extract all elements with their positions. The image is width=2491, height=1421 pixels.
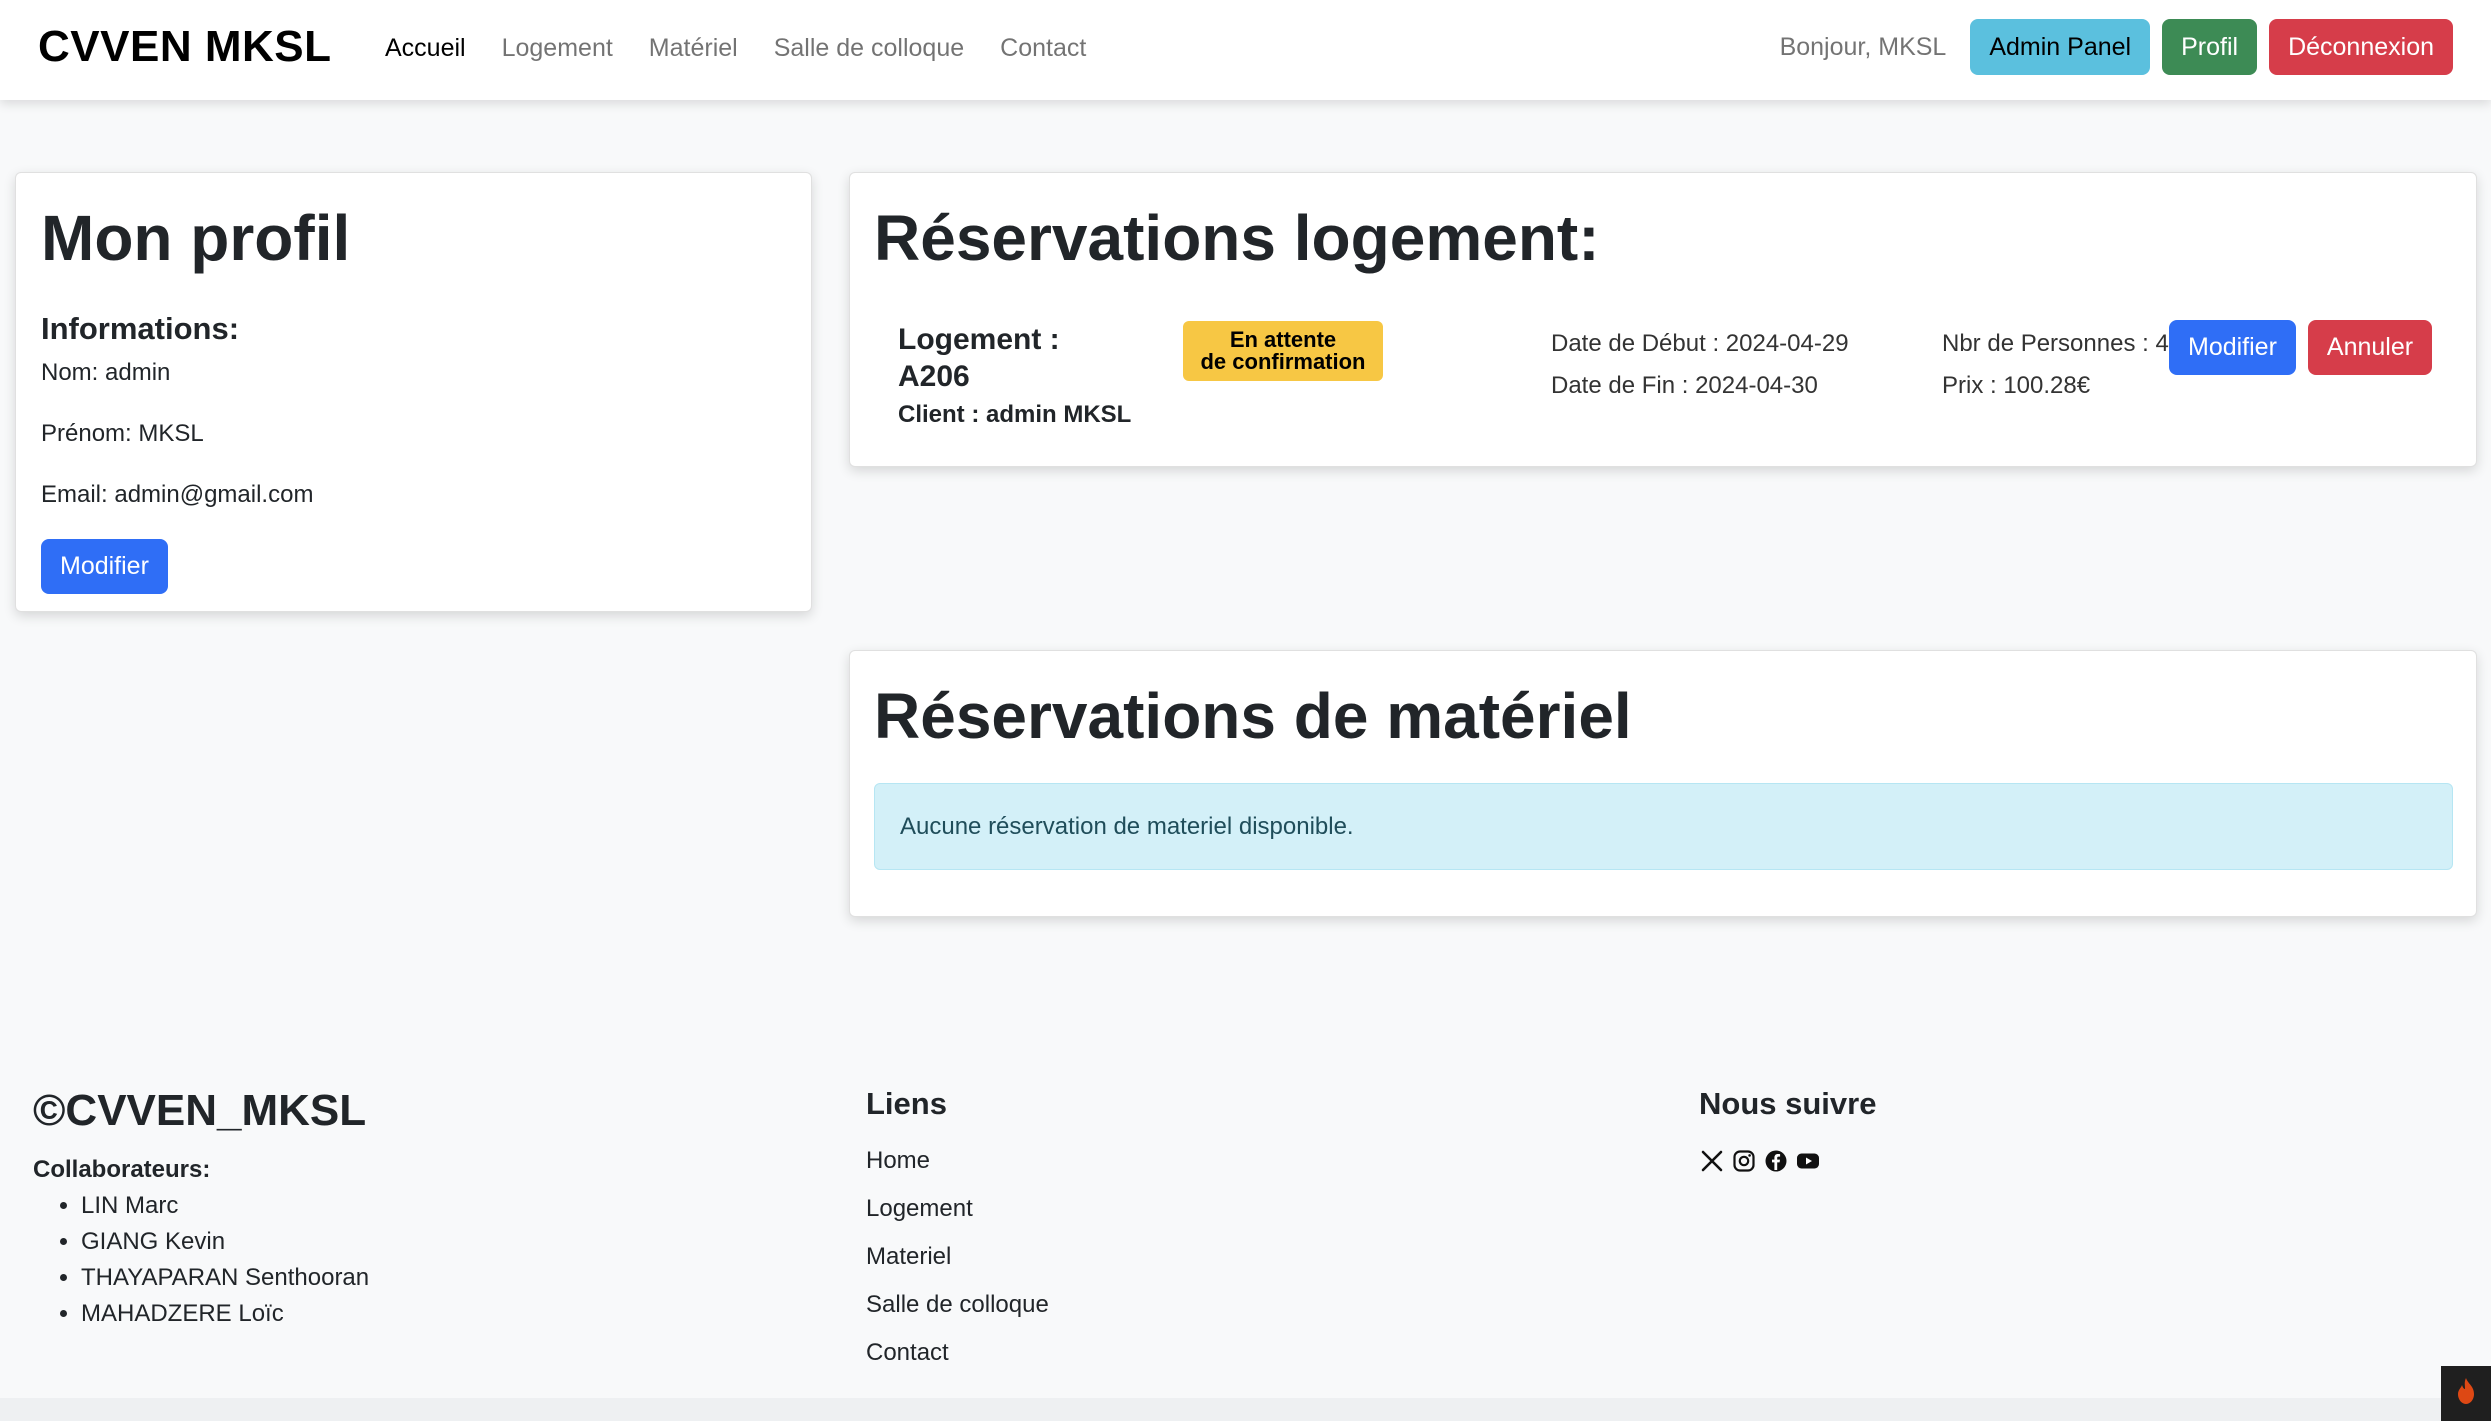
- status-badge: En attente de confirmation: [1183, 321, 1383, 381]
- reservation-actions: Modifier Annuler: [2169, 320, 2433, 375]
- facebook-icon[interactable]: [1763, 1148, 1789, 1174]
- footer-link-materiel[interactable]: Materiel: [866, 1244, 1049, 1269]
- collaborator-item: LIN Marc: [81, 1188, 369, 1224]
- materiel-reservations-card: Réservations de matériel Aucune réservat…: [849, 650, 2477, 917]
- nav-links: Accueil Logement Matériel Salle de collo…: [385, 34, 1086, 63]
- collaborators-list: LIN Marc GIANG Kevin THAYAPARAN Senthoor…: [33, 1188, 369, 1332]
- footer-links: Home Logement Materiel Salle de colloque…: [866, 1148, 1049, 1365]
- profile-nom: Nom: admin: [41, 359, 171, 387]
- materiel-reservations-title: Réservations de matériel: [874, 680, 1632, 752]
- profile-email: Email: admin@gmail.com: [41, 481, 314, 509]
- flame-icon: [2453, 1376, 2479, 1411]
- cancel-reservation-button[interactable]: Annuler: [2307, 320, 2433, 375]
- logement-reservations-title: Réservations logement:: [874, 202, 1600, 274]
- reservation-dates: Date de Début : 2024-04-29 Date de Fin :…: [1551, 323, 1849, 407]
- status-badge-line2: de confirmation: [1200, 349, 1366, 374]
- reservation-meta: Nbr de Personnes : 4 Prix : 100.28€: [1942, 323, 2169, 407]
- footer: ©CVVEN_MKSL Collaborateurs: LIN Marc GIA…: [0, 1024, 2491, 1398]
- nav-link-accueil[interactable]: Accueil: [385, 34, 466, 63]
- empty-materiel-alert: Aucune réservation de materiel disponibl…: [874, 783, 2453, 870]
- social-icons: [1699, 1148, 1876, 1174]
- footer-social-column: Nous suivre: [1699, 1062, 1876, 1174]
- x-icon[interactable]: [1699, 1148, 1725, 1174]
- debug-toolbar-toggle[interactable]: [2441, 1366, 2491, 1421]
- instagram-icon[interactable]: [1731, 1148, 1757, 1174]
- profile-title: Mon profil: [41, 202, 351, 274]
- logout-button[interactable]: Déconnexion: [2269, 19, 2453, 75]
- nav-link-contact[interactable]: Contact: [1000, 34, 1086, 63]
- follow-us-title: Nous suivre: [1699, 1086, 1877, 1121]
- nav-user-area: Bonjour, MKSL Admin Panel Profil Déconne…: [1780, 19, 2453, 75]
- reservation-personnes: Nbr de Personnes : 4: [1942, 330, 2169, 357]
- profile-card: Mon profil Informations: Nom: admin Prén…: [15, 172, 812, 612]
- logement-reservations-card: Réservations logement: Logement : A206 C…: [849, 172, 2477, 467]
- footer-links-title: Liens: [866, 1086, 947, 1121]
- nav-link-materiel[interactable]: Matériel: [649, 34, 738, 63]
- footer-bottom-bar: [0, 1398, 2491, 1421]
- reservation-client: Client : admin MKSL: [898, 401, 1132, 428]
- collaborator-item: THAYAPARAN Senthooran: [81, 1260, 369, 1296]
- admin-panel-button[interactable]: Admin Panel: [1970, 19, 2151, 75]
- collaborators-title: Collaborateurs:: [33, 1156, 211, 1183]
- profile-button[interactable]: Profil: [2162, 19, 2258, 75]
- footer-link-salle-colloque[interactable]: Salle de colloque: [866, 1292, 1049, 1317]
- logement-reservation-row: Logement : A206 Client : admin MKSL En a…: [874, 320, 2454, 441]
- youtube-icon[interactable]: [1795, 1148, 1821, 1174]
- nav-link-salle-colloque[interactable]: Salle de colloque: [774, 34, 964, 63]
- footer-brand: ©CVVEN_MKSL: [33, 1086, 367, 1135]
- profile-prenom: Prénom: MKSL: [41, 420, 204, 448]
- footer-links-column: Liens Home Logement Materiel Salle de co…: [866, 1062, 1049, 1388]
- user-greeting: Bonjour, MKSL: [1779, 32, 1947, 61]
- reservation-logement-name: Logement : A206: [898, 323, 1060, 393]
- collaborator-item: GIANG Kevin: [81, 1224, 369, 1260]
- footer-link-home[interactable]: Home: [866, 1148, 1049, 1173]
- footer-brand-column: ©CVVEN_MKSL Collaborateurs: LIN Marc GIA…: [33, 1062, 369, 1332]
- edit-profile-button[interactable]: Modifier: [41, 539, 168, 595]
- edit-reservation-button[interactable]: Modifier: [2169, 320, 2296, 375]
- reservation-prix: Prix : 100.28€: [1942, 372, 2091, 399]
- footer-link-contact[interactable]: Contact: [866, 1340, 1049, 1365]
- nav-link-logement[interactable]: Logement: [502, 34, 613, 63]
- reservation-date-fin: Date de Fin : 2024-04-30: [1551, 372, 1818, 399]
- top-navbar: CVVEN MKSL Accueil Logement Matériel Sal…: [0, 0, 2491, 100]
- profile-info-heading: Informations:: [41, 311, 240, 347]
- brand-logo[interactable]: CVVEN MKSL: [38, 22, 331, 72]
- reservation-date-debut: Date de Début : 2024-04-29: [1551, 330, 1849, 357]
- footer-link-logement[interactable]: Logement: [866, 1196, 1049, 1221]
- collaborator-item: MAHADZERE Loïc: [81, 1296, 369, 1332]
